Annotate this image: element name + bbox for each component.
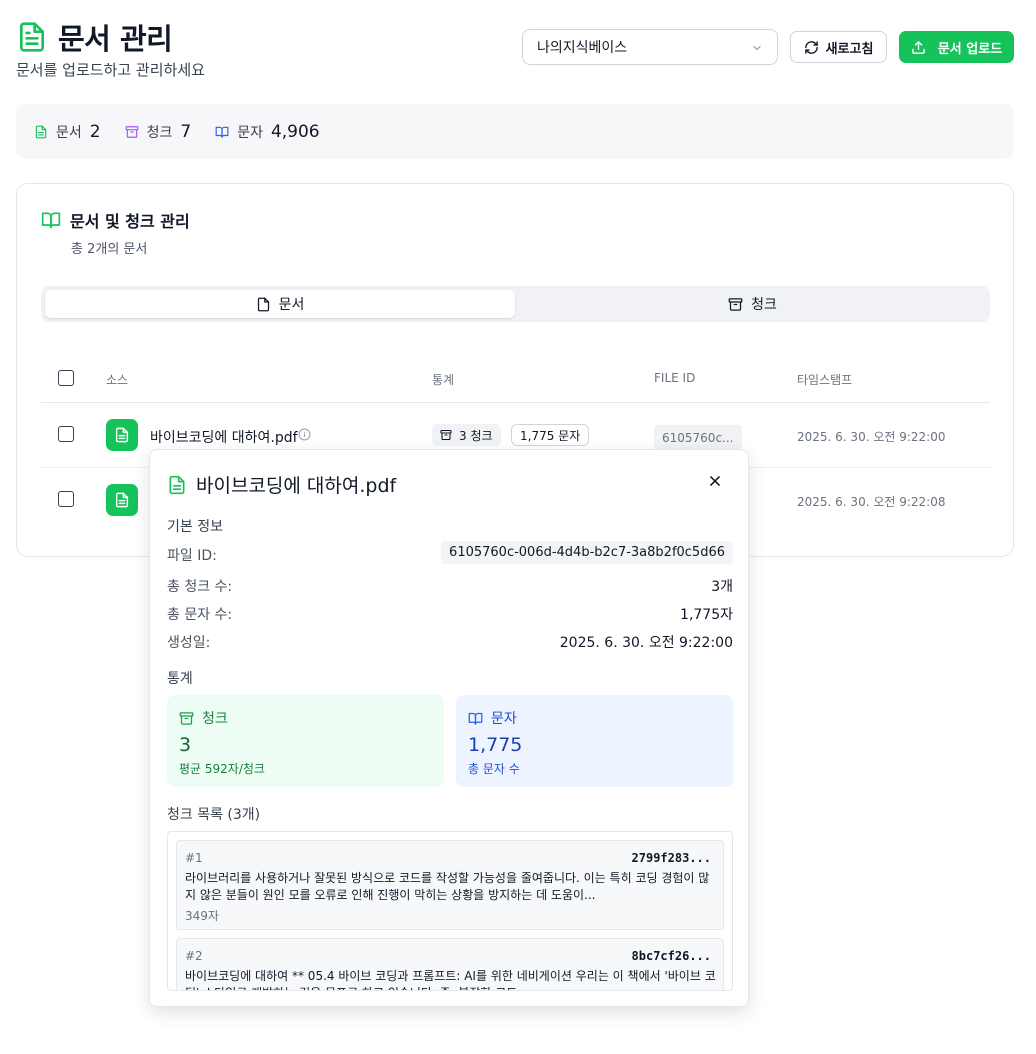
chunk-stat-card: 청크 3 평균 592자/청크 bbox=[167, 695, 444, 787]
document-icon bbox=[167, 475, 196, 495]
chunk-stat-title: 청크 bbox=[202, 711, 228, 727]
chunk-stat-value: 3 bbox=[179, 734, 192, 756]
char-stat-value: 1,775 bbox=[468, 734, 523, 756]
column-source: 소스 bbox=[106, 373, 129, 387]
timestamp: 2025. 6. 30. 오전 9:22:00 bbox=[797, 430, 946, 444]
created-value: 2025. 6. 30. 오전 9:22:00 bbox=[559, 635, 733, 651]
page-header: 문서 관리 문서를 업로드하고 관리하세요 나의지식베이스 새로고침 문서 업로… bbox=[16, 14, 1016, 84]
chunk-index: #1 bbox=[185, 851, 203, 865]
chunk-stat-note: 평균 592자/청크 bbox=[179, 762, 265, 776]
knowledge-base-value: 나의지식베이스 bbox=[537, 40, 628, 56]
chunk-id: 2799f283... bbox=[631, 851, 711, 865]
popover-title: 바이브코딩에 대하여.pdf bbox=[196, 475, 397, 497]
row-checkbox[interactable] bbox=[58, 491, 74, 507]
archive-icon bbox=[440, 429, 459, 441]
stats-bar: 문서 2 청크 7 문자 4,906 bbox=[16, 104, 1014, 159]
chevron-down-icon bbox=[751, 42, 763, 54]
tab-chunks[interactable]: 청크 bbox=[519, 290, 986, 318]
chunk-list[interactable]: #1 2799f283... 라이브러리를 사용하거나 잘못된 방식으로 코드를… bbox=[167, 831, 733, 991]
char-stat-note: 총 문자 수 bbox=[468, 762, 520, 776]
total-chars-label: 총 문자 수: bbox=[167, 607, 233, 623]
refresh-icon bbox=[804, 40, 826, 55]
stat-chunks: 청크 7 bbox=[125, 121, 192, 142]
list-item[interactable]: #2 8bc7cf26... 바이브코딩에 대하여 ** 05.4 바이브 코딩… bbox=[176, 938, 724, 990]
upload-button[interactable]: 문서 업로드 bbox=[899, 31, 1014, 63]
table-header: 소스 통계 FILE ID 타임스탬프 bbox=[41, 354, 990, 403]
column-file-id: FILE ID bbox=[654, 371, 696, 385]
page-title: 문서 관리 bbox=[58, 22, 173, 56]
refresh-label: 새로고침 bbox=[825, 41, 874, 57]
tab-label: 문서 bbox=[278, 297, 305, 313]
stat-value: 2 bbox=[89, 121, 101, 142]
archive-icon bbox=[125, 125, 147, 139]
book-open-icon bbox=[215, 125, 237, 139]
file-name[interactable]: 바이브코딩에 대하여.pdf bbox=[150, 427, 298, 447]
select-all-checkbox[interactable] bbox=[58, 370, 74, 386]
chunk-text: 바이브코딩에 대하여 ** 05.4 바이브 코딩과 프롬프트: AI를 위한 … bbox=[185, 969, 716, 990]
page-subtitle: 문서를 업로드하고 관리하세요 bbox=[16, 61, 205, 79]
document-icon bbox=[34, 125, 56, 139]
upload-label: 문서 업로드 bbox=[937, 41, 1003, 57]
chunk-index: #2 bbox=[185, 949, 203, 963]
char-count-badge: 1,775 문자 bbox=[511, 424, 590, 446]
archive-icon bbox=[728, 297, 751, 312]
total-chars-row: 총 문자 수: 1,775자 bbox=[167, 602, 733, 626]
char-stat-card: 문자 1,775 총 문자 수 bbox=[456, 695, 733, 787]
column-stats: 통계 bbox=[432, 373, 455, 387]
document-detail-popover: 바이브코딩에 대하여.pdf 기본 정보 파일 ID: 6105760c-006… bbox=[149, 449, 749, 1007]
refresh-button[interactable]: 새로고침 bbox=[790, 31, 887, 63]
row-checkbox[interactable] bbox=[58, 426, 74, 442]
stat-value: 7 bbox=[180, 121, 192, 142]
archive-icon bbox=[179, 711, 202, 726]
char-stat-header: 문자 bbox=[468, 708, 517, 728]
file-icon bbox=[256, 297, 279, 312]
char-stat-title: 문자 bbox=[491, 711, 517, 727]
chunk-stat-header: 청크 bbox=[179, 708, 228, 728]
stat-label: 문자 bbox=[237, 124, 263, 141]
chunk-text: 라이브러리를 사용하거나 잘못된 방식으로 코드를 작성할 가능성을 줄여줍니다… bbox=[185, 871, 710, 902]
file-id-row: 파일 ID: 6105760c-006d-4d4b-b2c7-3a8b2f0c5… bbox=[167, 541, 733, 567]
card-subtitle: 총 2개의 문서 bbox=[71, 242, 148, 257]
basic-info-label: 기본 정보 bbox=[167, 519, 223, 535]
file-id-value[interactable]: 6105760c-006d-4d4b-b2c7-3a8b2f0c5d66 bbox=[441, 541, 733, 564]
tab-documents[interactable]: 문서 bbox=[45, 290, 515, 318]
upload-icon bbox=[911, 40, 938, 55]
title-row: 문서 관리 bbox=[16, 16, 173, 58]
total-chars-value: 1,775자 bbox=[680, 607, 733, 623]
book-open-icon bbox=[468, 711, 491, 726]
file-id-label: 파일 ID: bbox=[167, 548, 217, 564]
chunk-count-text: 3 청크 bbox=[459, 428, 493, 443]
file-text-icon bbox=[106, 484, 138, 516]
card-header: 문서 및 청크 관리 bbox=[41, 208, 190, 232]
file-id-chip[interactable]: 6105760c... bbox=[654, 425, 742, 450]
close-icon[interactable] bbox=[708, 474, 722, 488]
stats-label: 통계 bbox=[167, 671, 193, 687]
total-chunks-row: 총 청크 수: 3개 bbox=[167, 574, 733, 598]
stat-label: 청크 bbox=[146, 124, 173, 141]
knowledge-base-select[interactable]: 나의지식베이스 bbox=[522, 29, 778, 65]
info-icon[interactable] bbox=[298, 428, 311, 441]
chunk-count-badge: 3 청크 bbox=[432, 424, 501, 446]
file-text-icon bbox=[106, 419, 138, 451]
view-tabs: 문서 청크 bbox=[41, 286, 990, 322]
document-icon bbox=[16, 21, 48, 53]
stat-documents: 문서 2 bbox=[34, 122, 101, 142]
tab-label: 청크 bbox=[751, 297, 777, 313]
column-timestamp: 타임스탬프 bbox=[797, 373, 853, 387]
list-item[interactable]: #1 2799f283... 라이브러리를 사용하거나 잘못된 방식으로 코드를… bbox=[176, 840, 724, 930]
book-open-icon bbox=[41, 210, 70, 230]
created-label: 생성일: bbox=[167, 635, 211, 651]
chunk-list-label: 청크 목록 (3개) bbox=[167, 807, 261, 823]
created-row: 생성일: 2025. 6. 30. 오전 9:22:00 bbox=[167, 630, 733, 654]
stat-value: 4,906 bbox=[270, 121, 320, 142]
stat-chars: 문자 4,906 bbox=[215, 121, 320, 142]
stat-label: 문서 bbox=[56, 124, 82, 141]
timestamp: 2025. 6. 30. 오전 9:22:08 bbox=[797, 495, 946, 509]
popover-header: 바이브코딩에 대하여.pdf bbox=[167, 471, 396, 498]
total-chunks-label: 총 청크 수: bbox=[167, 579, 233, 595]
total-chunks-value: 3개 bbox=[711, 579, 733, 595]
chunk-id: 8bc7cf26... bbox=[631, 949, 711, 963]
chunk-char-count: 349자 bbox=[185, 909, 219, 923]
card-title: 문서 및 청크 관리 bbox=[70, 212, 190, 231]
